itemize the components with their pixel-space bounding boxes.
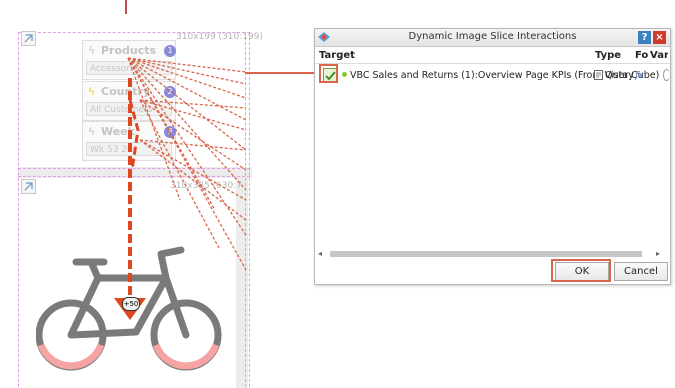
dialog-title: Dynamic Image Slice Interactions	[408, 31, 577, 42]
outline-highlight-checkbox	[319, 64, 338, 83]
scroll-left-icon[interactable]: ◂	[318, 249, 322, 258]
dialog-titlebar[interactable]: Dynamic Image Slice Interactions ? ×	[315, 29, 670, 47]
scroll-thumb[interactable]	[330, 251, 642, 257]
row-type: Query	[605, 70, 634, 81]
column-fo[interactable]: Fo	[635, 50, 648, 61]
interactions-dialog[interactable]: Dynamic Image Slice Interactions ? × Tar…	[314, 28, 671, 285]
horizontal-scrollbar[interactable]: ◂ ▸	[318, 249, 666, 259]
query-icon	[594, 70, 603, 80]
vari-icon	[663, 69, 670, 81]
function-icon[interactable]: fx	[635, 70, 644, 81]
marker-badge: +50	[122, 297, 140, 311]
cancel-button[interactable]: Cancel	[614, 262, 668, 281]
outline-highlight-ok	[551, 259, 611, 282]
scroll-right-icon[interactable]: ▸	[656, 249, 660, 258]
header-divider	[315, 63, 670, 64]
column-target[interactable]: Target	[319, 50, 355, 61]
column-type[interactable]: Type	[595, 50, 621, 61]
status-dot-icon	[342, 72, 347, 77]
column-vari[interactable]: Vari	[650, 50, 668, 61]
close-button[interactable]: ×	[653, 31, 666, 44]
help-button[interactable]: ?	[638, 31, 651, 44]
